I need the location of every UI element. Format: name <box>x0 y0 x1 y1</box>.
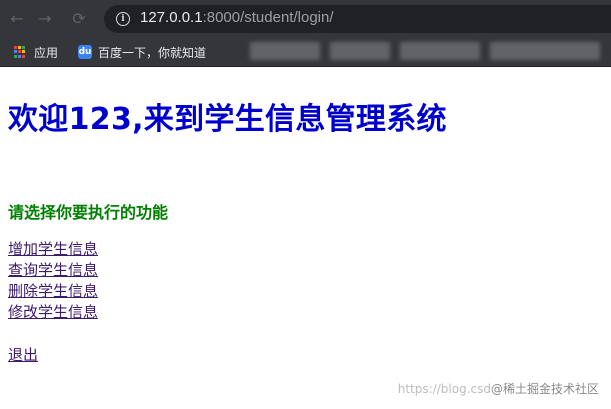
apps-grid-icon <box>14 46 26 58</box>
blurred-bookmark <box>400 42 480 60</box>
baidu-paw-icon: du <box>78 45 92 59</box>
watermark-left: https://blog.csd <box>397 382 491 396</box>
back-arrow-icon[interactable]: ← <box>6 8 28 30</box>
link-delete-student[interactable]: 删除学生信息 <box>8 281 98 302</box>
link-add-student[interactable]: 增加学生信息 <box>8 239 98 260</box>
forward-arrow-icon[interactable]: → <box>34 8 56 30</box>
bookmark-apps[interactable]: 应用 <box>14 43 58 61</box>
url-path: :8000/student/login/ <box>202 9 334 26</box>
welcome-heading: 欢迎123,来到学生信息管理系统 <box>8 102 447 137</box>
logout-link[interactable]: 退出 <box>8 345 38 366</box>
info-icon[interactable]: i <box>116 12 130 26</box>
url-host: 127.0.0.1 <box>140 9 203 26</box>
watermark-right: @稀土掘金技术社区 <box>490 382 599 396</box>
function-links: 增加学生信息 查询学生信息 删除学生信息 修改学生信息 <box>8 239 98 323</box>
url-text[interactable]: 127.0.0.1:8000/student/login/ <box>140 9 334 26</box>
link-modify-student[interactable]: 修改学生信息 <box>8 302 98 323</box>
prompt-heading: 请选择你要执行的功能 <box>8 203 169 222</box>
blurred-bookmark <box>330 42 390 60</box>
bookmark-label: 百度一下，你就知道 <box>98 45 207 60</box>
blurred-bookmark <box>250 42 320 60</box>
browser-toolbar: ← → ⟳ i 127.0.0.1:8000/student/login/ <box>0 0 611 38</box>
watermark: https://blog.csd@稀土掘金技术社区 <box>398 380 599 397</box>
link-query-student[interactable]: 查询学生信息 <box>8 260 98 281</box>
reload-icon[interactable]: ⟳ <box>68 8 90 30</box>
address-bar[interactable]: i 127.0.0.1:8000/student/login/ <box>104 5 611 33</box>
bookmark-label: 应用 <box>34 45 59 60</box>
bookmark-baidu[interactable]: du 百度一下，你就知道 <box>78 43 206 61</box>
blurred-bookmark <box>490 42 600 60</box>
